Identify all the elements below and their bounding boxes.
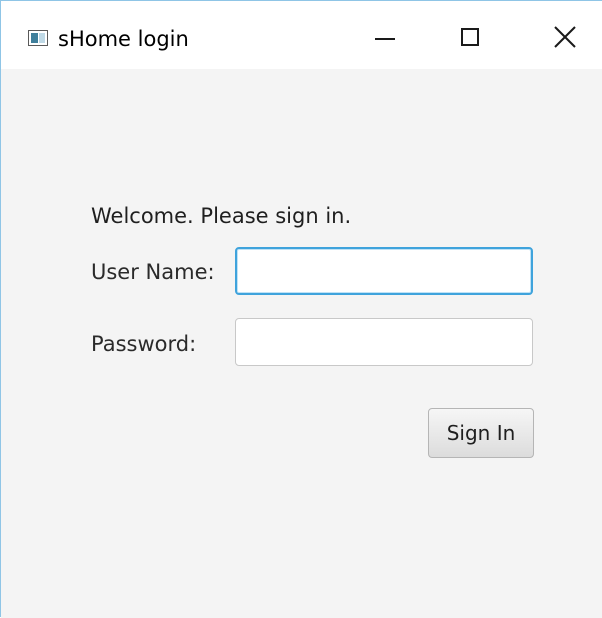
app-window-icon <box>28 30 48 46</box>
username-input[interactable] <box>235 247 533 295</box>
window-title: sHome login <box>58 27 189 51</box>
username-label: User Name: <box>91 260 215 284</box>
login-form: Welcome. Please sign in. User Name: Pass… <box>1 69 602 618</box>
password-label: Password: <box>91 332 197 356</box>
close-button[interactable] <box>523 1 602 69</box>
minimize-button[interactable] <box>345 1 425 69</box>
maximize-button[interactable] <box>429 1 509 69</box>
title-bar[interactable]: sHome login <box>1 1 602 69</box>
sign-in-button[interactable]: Sign In <box>428 408 534 458</box>
close-icon <box>554 26 576 48</box>
welcome-message: Welcome. Please sign in. <box>91 204 352 228</box>
minimize-icon <box>375 38 395 40</box>
login-window: sHome login Welcome. Please sign in. Use… <box>0 0 602 618</box>
maximize-icon <box>461 28 479 46</box>
password-input[interactable] <box>235 318 533 366</box>
